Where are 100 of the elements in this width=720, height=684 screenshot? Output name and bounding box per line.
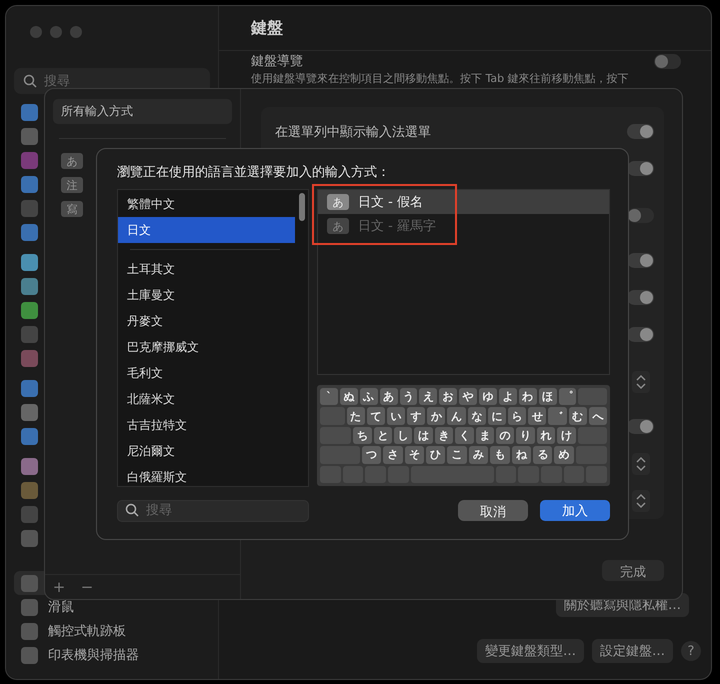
keyboard-key: い	[386, 407, 406, 425]
keyboard-key: み	[468, 446, 488, 464]
language-item[interactable]: 土耳其文	[118, 256, 295, 282]
keyboard-key: め	[554, 446, 574, 464]
keyboard-key: ま	[476, 426, 494, 444]
keyboard-key: こ	[447, 446, 467, 464]
toggle-switch[interactable]	[654, 54, 681, 68]
app-icon[interactable]	[21, 482, 38, 499]
keyboard-key: て	[366, 407, 385, 425]
app-icon[interactable]	[21, 128, 38, 145]
language-item[interactable]: 毛利文	[118, 360, 295, 386]
keyboard-key: は	[414, 426, 433, 444]
blank-key	[518, 466, 539, 484]
toggle-switch[interactable]	[627, 208, 654, 223]
stepper-icon[interactable]	[632, 490, 650, 512]
stepper-icon[interactable]	[632, 370, 650, 392]
blank-key	[342, 466, 364, 484]
toggle-switch[interactable]	[627, 290, 654, 305]
section-description: 使用鍵盤導覽來在控制項目之間移動焦點。按下 Tab 鍵來往前移動焦點，按下	[251, 71, 630, 86]
app-icon[interactable]	[21, 224, 38, 241]
keyboard-key: へ	[588, 407, 607, 425]
app-icon[interactable]	[21, 104, 38, 121]
setting-label: 在選單列中顯示輸入法選單	[275, 124, 431, 140]
add-button[interactable]: 加入	[540, 500, 610, 521]
stepper-icon[interactable]	[632, 452, 650, 474]
language-item[interactable]: 巴克摩挪威文	[118, 334, 295, 360]
app-icon[interactable]	[21, 530, 38, 547]
blank-key	[576, 446, 607, 464]
sidebar-item[interactable]: 觸控式軌跡板	[14, 619, 210, 643]
keyboard-key: の	[496, 426, 514, 444]
blank-key	[320, 426, 352, 444]
footer-button[interactable]: 設定鍵盤…	[592, 639, 673, 663]
keyboard-key: そ	[404, 446, 424, 464]
keyboard-key: け	[557, 426, 576, 444]
app-icon[interactable]	[21, 380, 38, 397]
keyboard-key: る	[533, 446, 552, 464]
keyboard-key: ぬ	[340, 388, 358, 406]
sidebar-item[interactable]: 所有輸入方式	[53, 99, 232, 124]
cancel-button[interactable]: 取消	[458, 500, 528, 521]
app-icon[interactable]	[21, 404, 38, 421]
language-item[interactable]: 尼泊爾文	[118, 438, 295, 464]
keyboard-key: や	[459, 388, 477, 406]
done-button[interactable]: 完成	[602, 560, 664, 581]
search-icon	[23, 74, 37, 88]
keyboard-key: ね	[512, 446, 532, 464]
language-item[interactable]: 北薩米文	[118, 386, 295, 412]
keyboard-key: む	[568, 407, 587, 425]
keyboard-key: れ	[536, 426, 556, 444]
toggle-switch[interactable]	[627, 419, 654, 434]
input-method-badge: あ	[61, 153, 83, 169]
app-icon[interactable]	[21, 152, 38, 169]
keyboard-key: り	[516, 426, 535, 444]
keyboard-key: す	[407, 407, 426, 425]
keyboard-key: ち	[353, 426, 372, 444]
toggle-switch[interactable]	[627, 124, 654, 139]
language-item[interactable]: 日文	[118, 217, 295, 243]
app-icon	[21, 598, 38, 616]
keyboard-key: ゛	[548, 407, 567, 425]
keyboard-key: ゜	[558, 388, 576, 406]
app-icon[interactable]	[21, 278, 38, 295]
app-icon[interactable]	[21, 458, 38, 475]
keyboard-key: ひ	[426, 446, 446, 464]
blank-key	[496, 466, 516, 484]
toggle-switch[interactable]	[627, 161, 654, 176]
keyboard-key: さ	[383, 446, 403, 464]
keyboard-key: き	[434, 426, 454, 444]
search-field[interactable]: 搜尋	[117, 500, 309, 522]
language-item[interactable]: 土庫曼文	[118, 282, 295, 308]
input-method-item[interactable]: あ 日文 - 假名	[318, 190, 609, 214]
section-title: 鍵盤導覽	[251, 53, 303, 70]
language-item[interactable]: 丹麥文	[118, 308, 295, 334]
blank-key	[365, 466, 386, 484]
help-button[interactable]: ?	[681, 641, 701, 661]
app-icon[interactable]	[21, 302, 38, 319]
add-button[interactable]: +	[45, 577, 73, 597]
keyboard-key: し	[394, 426, 412, 444]
blank-key	[578, 388, 607, 406]
search-icon	[125, 503, 139, 517]
language-item[interactable]: 古吉拉特文	[118, 412, 295, 438]
keyboard-key: た	[346, 407, 365, 425]
remove-button[interactable]: −	[73, 577, 101, 597]
keyboard-key: ほ	[538, 388, 556, 406]
keyboard-key: と	[374, 426, 392, 444]
app-icon	[21, 622, 38, 640]
footer-button[interactable]: 變更鍵盤類型…	[477, 639, 584, 663]
sidebar-item[interactable]: 印表機與掃描器	[14, 643, 210, 667]
keyboard-key: に	[488, 407, 506, 425]
keyboard-key: わ	[518, 388, 537, 406]
app-icon[interactable]	[21, 254, 38, 271]
toggle-switch[interactable]	[627, 327, 654, 342]
app-icon[interactable]	[21, 428, 38, 445]
scrollbar-thumb[interactable]	[299, 193, 305, 221]
window-title: 鍵盤	[251, 18, 283, 38]
app-icon[interactable]	[21, 176, 38, 193]
toggle-switch[interactable]	[627, 253, 654, 268]
blank-key	[578, 426, 607, 444]
language-item[interactable]: 白俄羅斯文	[118, 464, 295, 486]
app-icon[interactable]	[21, 350, 38, 367]
keyboard-key: ら	[508, 407, 526, 425]
language-item[interactable]: 繁體中文	[118, 191, 295, 217]
